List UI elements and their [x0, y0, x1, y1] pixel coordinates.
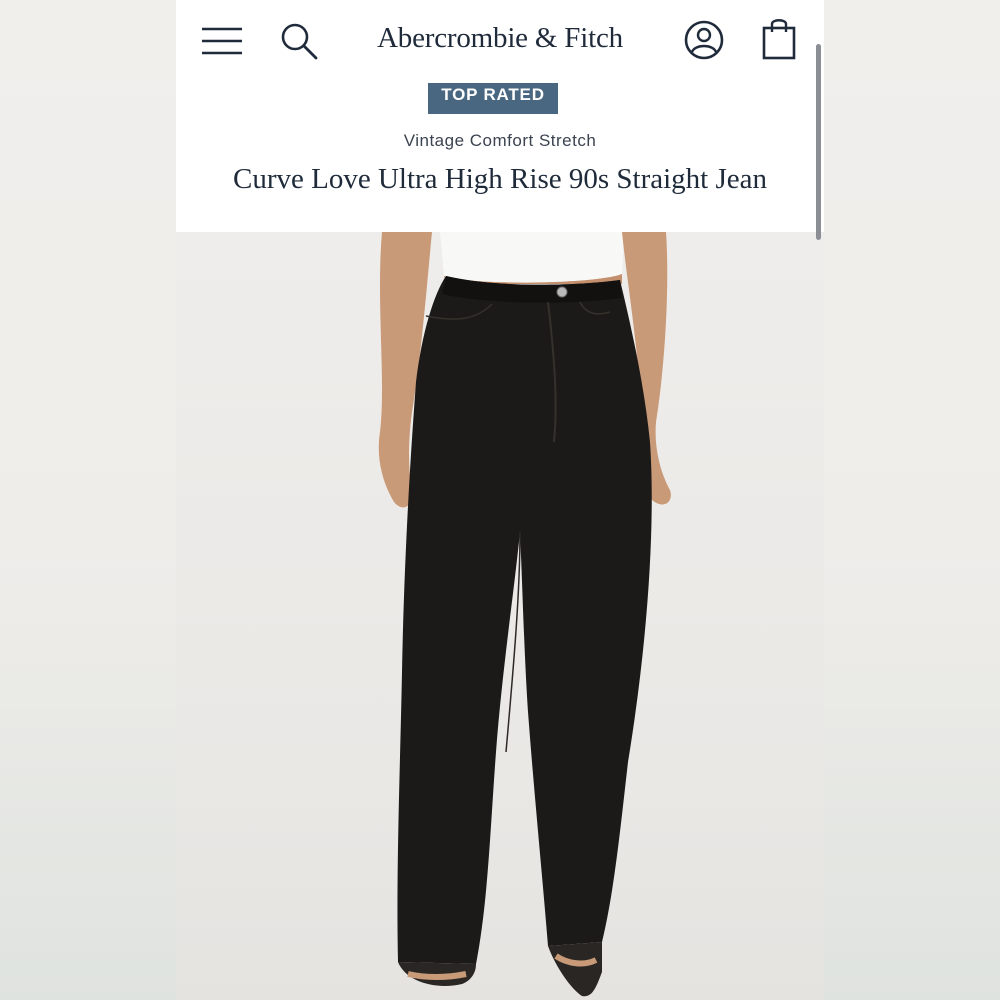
white-tank-top [440, 232, 624, 283]
hamburger-menu-icon[interactable] [200, 22, 244, 60]
background-left-margin [0, 0, 176, 1000]
account-icon[interactable] [682, 18, 726, 62]
brand-logo[interactable]: Abercrombie & Fitch [326, 22, 674, 55]
jeans-button [556, 286, 568, 298]
shopping-bag-icon[interactable] [760, 16, 800, 62]
product-title: Curve Love Ultra High Rise 90s Straight … [233, 163, 767, 195]
product-page-screen: Abercrombie & Fitch TOP RATED Vintage Co… [176, 0, 824, 1000]
right-shoe [548, 942, 602, 997]
site-header: Abercrombie & Fitch TOP RATED Vintage Co… [176, 0, 824, 232]
black-jeans [397, 276, 652, 964]
search-icon[interactable] [278, 20, 320, 62]
product-image[interactable] [176, 232, 824, 1000]
background-right-margin [824, 0, 1000, 1000]
product-collection: Vintage Comfort Stretch [403, 131, 597, 150]
scrollbar[interactable] [816, 44, 821, 240]
top-rated-badge: TOP RATED [428, 83, 558, 114]
